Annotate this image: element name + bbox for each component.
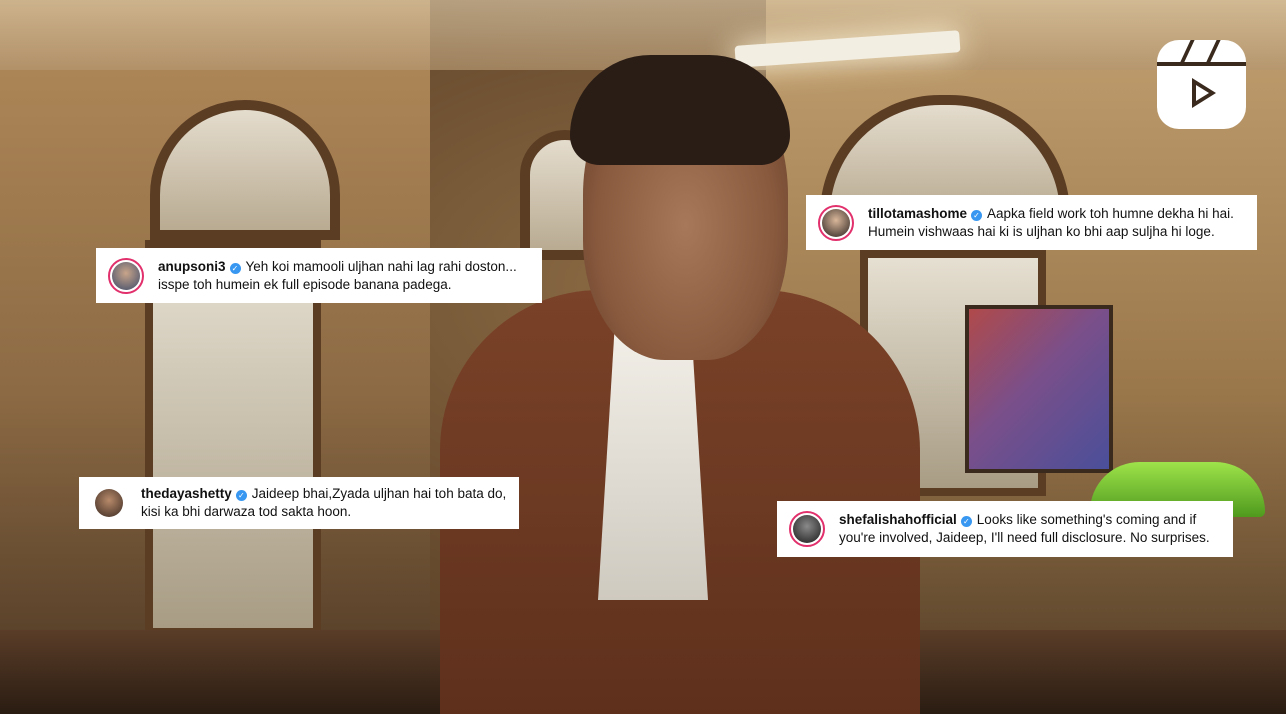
comment-username[interactable]: thedayashetty	[141, 486, 232, 501]
comment-text: tillotamashome ✓ Aapka field work toh humn…	[868, 205, 1234, 241]
reel-frame: anupsoni3 ✓ Yeh koi mamooli uljhan nahi la…	[0, 0, 1286, 714]
comment-card: thedayashetty ✓ Jaideep bhai,Zyada uljhan …	[79, 477, 519, 529]
reels-icon-slash	[1205, 40, 1221, 64]
comment-text: anupsoni3 ✓ Yeh koi mamooli uljhan nahi la…	[158, 258, 517, 294]
comment-line: Looks like something's coming and if	[976, 512, 1197, 527]
reels-icon-bar	[1157, 62, 1246, 66]
play-icon-inner	[1196, 85, 1209, 101]
comment-line: you're involved, Jaideep, I'll need full…	[839, 530, 1210, 545]
avatar[interactable]	[108, 257, 144, 294]
comment-username[interactable]: tillotamashome	[868, 206, 967, 221]
comment-line: Yeh koi mamooli uljhan nahi lag rahi dos…	[245, 258, 517, 274]
comment-card: tillotamashome ✓ Aapka field work toh humn…	[806, 195, 1257, 250]
notice-board	[965, 305, 1113, 473]
comment-line: kisi ka bhi darwaza tod sakta hoon.	[141, 504, 352, 519]
comment-line: isspe toh humein ek full episode banana …	[158, 276, 452, 292]
comment-username[interactable]: anupsoni3	[158, 259, 226, 274]
comment-text: shefalishahofficial ✓ Looks like something…	[839, 511, 1210, 547]
comment-line: Humein vishwaas hai ki is uljhan ko bhi …	[868, 223, 1215, 239]
verified-badge-icon: ✓	[229, 262, 241, 274]
verified-badge-icon: ✓	[971, 209, 983, 221]
avatar[interactable]	[818, 204, 854, 241]
reels-icon-slash	[1179, 40, 1195, 64]
comment-text: thedayashetty ✓ Jaideep bhai,Zyada uljhan …	[141, 485, 506, 521]
comment-line: Jaideep bhai,Zyada uljhan hai toh bata d…	[251, 486, 507, 501]
comment-username[interactable]: shefalishahofficial	[839, 512, 957, 527]
comment-card: shefalishahofficial ✓ Looks like something…	[777, 501, 1233, 557]
person-shirt	[598, 330, 708, 600]
verified-badge-icon: ✓	[235, 490, 247, 501]
comment-card: anupsoni3 ✓ Yeh koi mamooli uljhan nahi la…	[96, 248, 542, 303]
comment-line: Aapka field work toh humne dekha hi hai.	[987, 205, 1234, 221]
avatar[interactable]	[789, 511, 825, 547]
person-hair	[570, 55, 790, 165]
reels-icon[interactable]	[1157, 40, 1246, 129]
verified-badge-icon: ✓	[960, 516, 972, 527]
avatar[interactable]	[91, 485, 127, 521]
